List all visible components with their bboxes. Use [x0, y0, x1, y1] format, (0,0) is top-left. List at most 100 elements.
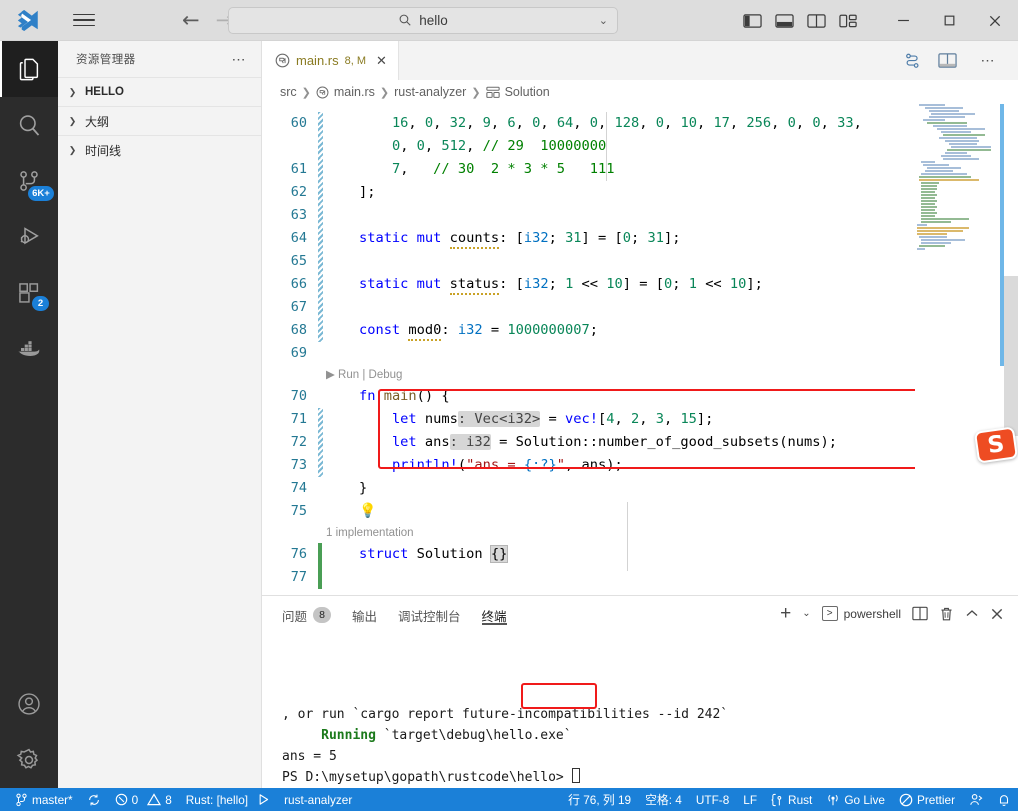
code-token: fn [358, 388, 376, 404]
line-number-spacer [262, 523, 307, 543]
minimize-button[interactable] [880, 0, 926, 41]
status-eol[interactable]: LF [736, 788, 764, 811]
editor-more-actions-icon[interactable]: ⋯ [973, 52, 1005, 69]
scrollbar-thumb[interactable] [1004, 276, 1018, 436]
status-feedback[interactable] [962, 788, 990, 811]
sidebar-more-actions-icon[interactable]: ⋯ [224, 51, 256, 68]
code-token: = [540, 411, 566, 427]
toggle-panel-icon[interactable] [775, 13, 794, 29]
status-prettier[interactable]: Prettier [892, 788, 962, 811]
breadcrumb-item-rust-analyzer[interactable]: rust-analyzer [394, 85, 466, 99]
activity-item-accounts[interactable] [0, 676, 58, 732]
code-token: , [771, 115, 788, 131]
activity-item-manage[interactable] [0, 732, 58, 788]
extensions-badge: 2 [32, 296, 49, 311]
activity-item-run-and-debug[interactable] [0, 209, 58, 265]
command-search-box[interactable]: hello ⌄ [228, 6, 618, 34]
activity-item-explorer[interactable] [0, 41, 58, 97]
minimap-line [917, 233, 947, 235]
panel-tab-output[interactable]: 输出 [352, 596, 377, 631]
code-token: // 29 10000000 [482, 138, 607, 154]
search-input-value[interactable]: hello [419, 13, 448, 28]
split-terminal-icon[interactable] [912, 606, 928, 621]
maximize-button[interactable] [926, 0, 972, 41]
status-rust-target[interactable]: Rust: [hello] [179, 788, 277, 811]
code-token: , [540, 115, 557, 131]
editor-tab-main-rs[interactable]: main.rs 8, M ✕ [262, 41, 399, 80]
status-go-live[interactable]: Go Live [819, 788, 892, 811]
editor-vertical-scrollbar[interactable] [1004, 104, 1018, 595]
status-sync[interactable] [80, 788, 108, 811]
play-icon[interactable] [257, 793, 270, 806]
chevron-up-icon[interactable] [965, 607, 979, 620]
status-problems[interactable]: 0 8 [108, 788, 179, 811]
line-number: 63 [290, 207, 307, 223]
code-token: 0 [663, 276, 673, 292]
hamburger-menu-icon[interactable] [56, 10, 112, 31]
close-button[interactable] [972, 0, 1018, 41]
warning-icon [147, 793, 162, 806]
status-encoding[interactable]: UTF-8 [689, 788, 736, 811]
panel-tab-terminal[interactable]: 终端 [481, 596, 507, 631]
code-editor[interactable]: 60 61 62 63 64 65 66 67 68 69 70 71 72 73 74 75 76 77 16,… [262, 104, 1018, 595]
status-cursor-position[interactable]: 行 76, 列 19 [561, 788, 638, 811]
code-content[interactable]: 16, 0, 32, 9, 6, 0, 64, 0, 128, 0, 10, 1… [318, 104, 1018, 595]
breadcrumb-item-solution[interactable]: Solution [505, 85, 550, 99]
sidebar-item-outline[interactable]: ❯ 大纲 [58, 106, 261, 135]
terminal-text: `target\debug\hello.exe` [375, 728, 572, 743]
status-rust-analyzer[interactable]: rust-analyzer [277, 788, 359, 811]
editor-tabs: main.rs 8, M ✕ ⋯ [262, 41, 1018, 80]
breadcrumb-item-main-rs[interactable]: main.rs [334, 85, 375, 99]
status-language-mode[interactable]: Rust [764, 788, 819, 811]
code-token: " [556, 457, 566, 473]
line-number: 72 [290, 434, 307, 450]
status-indentation[interactable]: 空格: 4 [638, 788, 689, 811]
panel-tab-debug-console[interactable]: 调试控制台 [398, 596, 461, 631]
code-token: (nums); [779, 434, 837, 450]
minimap-line [921, 191, 935, 193]
toggle-inlay-hints-icon[interactable] [904, 52, 922, 70]
activity-item-source-control[interactable]: 6K+ [0, 153, 58, 209]
terminal-output[interactable]: , or run `cargo report future-incompatib… [262, 631, 1018, 788]
search-icon [16, 112, 43, 139]
code-token: 0 [655, 115, 664, 131]
sogou-overlay-logo[interactable]: S [973, 426, 1018, 464]
trash-icon[interactable] [939, 606, 954, 622]
code-token: , [573, 115, 590, 131]
minimap-line [921, 209, 935, 211]
code-token: static [358, 230, 409, 246]
code-token: , [515, 115, 533, 131]
tab-close-icon[interactable]: ✕ [376, 53, 387, 69]
sidebar-item-timeline[interactable]: ❯ 时间线 [58, 135, 261, 164]
sidebar-item-hello[interactable]: ❯ HELLO [58, 77, 261, 106]
code-token: 1 [688, 276, 697, 292]
rust-file-icon [316, 86, 329, 99]
toggle-primary-sidebar-icon[interactable] [743, 13, 762, 29]
terminal-shell-chip[interactable]: > powershell [821, 606, 901, 621]
panel-tab-problems[interactable]: 问题 8 [282, 596, 332, 631]
split-editor-icon[interactable] [937, 52, 957, 69]
status-branch[interactable]: master* [8, 788, 80, 811]
code-token: mut [416, 276, 442, 292]
activity-item-extensions[interactable]: 2 [0, 265, 58, 321]
new-terminal-dropdown-icon[interactable]: ⌄ [802, 608, 810, 619]
code-token: 0 [812, 115, 821, 131]
breadcrumb-item-src[interactable]: src [280, 85, 297, 99]
minimap-line [945, 140, 979, 142]
bell-icon [997, 793, 1011, 807]
status-notifications[interactable] [990, 788, 1018, 811]
close-panel-icon[interactable] [990, 607, 1004, 621]
activity-item-docker[interactable] [0, 321, 58, 377]
chevron-right-icon: ❯ [68, 115, 77, 126]
back-button[interactable]: ← [182, 9, 200, 31]
activity-item-search[interactable] [0, 97, 58, 153]
new-terminal-icon[interactable]: + [780, 603, 791, 625]
minimap[interactable] [915, 104, 1004, 595]
customize-layout-icon[interactable] [839, 13, 858, 29]
toggle-secondary-sidebar-icon[interactable] [807, 13, 826, 29]
chevron-down-icon[interactable]: ⌄ [599, 14, 608, 27]
